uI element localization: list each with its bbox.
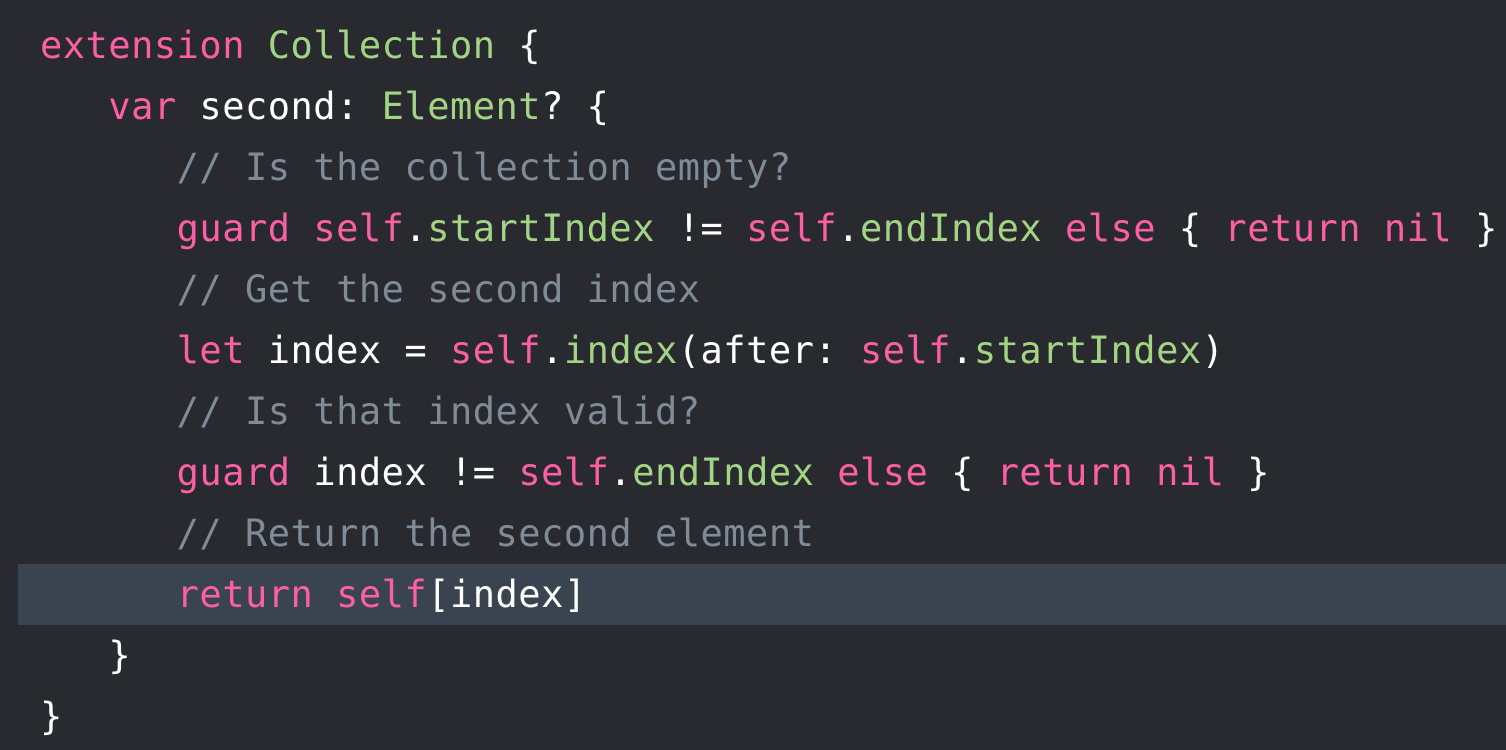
code-line[interactable]: // Get the second index (0, 259, 1506, 320)
code-token-plain: } (108, 634, 132, 677)
code-token-green: endIndex (859, 207, 1043, 250)
code-line-text: // Get the second index (40, 259, 701, 320)
code-token-comment: // Get the second index (176, 268, 701, 311)
code-token-keyword: nil (1383, 207, 1453, 250)
code-line-text: guard index != self.endIndex else { retu… (40, 442, 1270, 503)
code-token-keyword: self (746, 207, 838, 250)
code-editor[interactable]: extension Collection { var second: Eleme… (0, 0, 1506, 750)
code-line[interactable]: } (0, 625, 1506, 686)
code-token-keyword: return (1224, 207, 1362, 250)
code-token-keyword: return (176, 573, 314, 616)
code-line[interactable]: var second: Element? { (0, 76, 1506, 137)
code-token-keyword: self (518, 451, 610, 494)
code-line[interactable]: // Is the collection empty? (0, 137, 1506, 198)
code-line-text: guard self.startIndex != self.endIndex e… (40, 198, 1498, 259)
code-token-keyword: self (313, 207, 405, 250)
code-token-plain: } (1224, 451, 1270, 494)
code-token-plain: . (837, 207, 860, 250)
code-token-comment: // Return the second element (176, 512, 815, 555)
code-token-green: Collection (267, 24, 496, 67)
code-token-plain: [index] (427, 573, 587, 616)
code-line[interactable]: let index = self.index(after: self.start… (0, 320, 1506, 381)
code-line-text: // Return the second element (40, 503, 814, 564)
code-line[interactable]: guard index != self.endIndex else { retu… (0, 442, 1506, 503)
code-line-text: let index = self.index(after: self.start… (40, 320, 1224, 381)
code-line[interactable]: // Is that index valid? (0, 381, 1506, 442)
code-token-keyword: var (108, 85, 177, 128)
code-token-keyword: extension (40, 24, 245, 67)
code-token-keyword: let (176, 329, 245, 372)
code-line[interactable]: extension Collection { (0, 15, 1506, 76)
code-token-green: Element (381, 85, 542, 128)
code-line-text: extension Collection { (40, 15, 541, 76)
code-token-keyword: else (837, 451, 929, 494)
code-line-text: // Is that index valid? (40, 381, 701, 442)
code-token-plain: { (928, 451, 997, 494)
code-line-text: return self[index] (40, 564, 587, 625)
code-token-plain: (after: (677, 329, 860, 372)
code-token-green: index (563, 329, 678, 372)
code-line[interactable]: } (0, 686, 1506, 747)
code-token-keyword: guard (176, 207, 291, 250)
code-token-plain: } (40, 695, 63, 738)
code-line-text: var second: Element? { (40, 76, 609, 137)
code-token-green: startIndex (973, 329, 1202, 372)
code-token-plain: . (951, 329, 974, 372)
code-token-plain: { (495, 24, 542, 67)
code-token-green: startIndex (427, 207, 655, 250)
code-token-green: endIndex (632, 451, 815, 494)
code-token-plain: second: (176, 85, 382, 128)
code-token-plain: . (404, 207, 428, 250)
code-line-text: // Is the collection empty? (40, 137, 792, 198)
code-line-text: } (40, 686, 63, 747)
code-token-plain: ) (1201, 329, 1225, 372)
code-token-keyword: nil (1156, 451, 1225, 494)
code-token-plain: index != (290, 451, 519, 494)
code-line[interactable]: // Return the second element (0, 503, 1506, 564)
code-line-text: } (40, 625, 131, 686)
code-token-plain: { (1156, 207, 1225, 250)
code-line[interactable]: guard self.startIndex != self.endIndex e… (0, 198, 1506, 259)
code-token-keyword: guard (176, 451, 291, 494)
current-code-line[interactable]: return self[index] (18, 564, 1506, 625)
code-token-keyword: else (1064, 207, 1157, 250)
code-token-plain: . (609, 451, 633, 494)
code-token-plain: index = (244, 329, 450, 372)
code-token-plain: ? { (541, 85, 610, 128)
code-token-comment: // Is the collection empty? (176, 146, 792, 189)
code-token-keyword: self (336, 573, 428, 616)
code-token-plain: } (1452, 207, 1498, 250)
code-token-comment: // Is that index valid? (176, 390, 701, 433)
code-token-keyword: self (859, 329, 952, 372)
code-token-keyword: self (449, 329, 542, 372)
code-token-keyword: return (996, 451, 1134, 494)
code-token-plain: . (541, 329, 564, 372)
code-token-plain: != (654, 207, 747, 250)
